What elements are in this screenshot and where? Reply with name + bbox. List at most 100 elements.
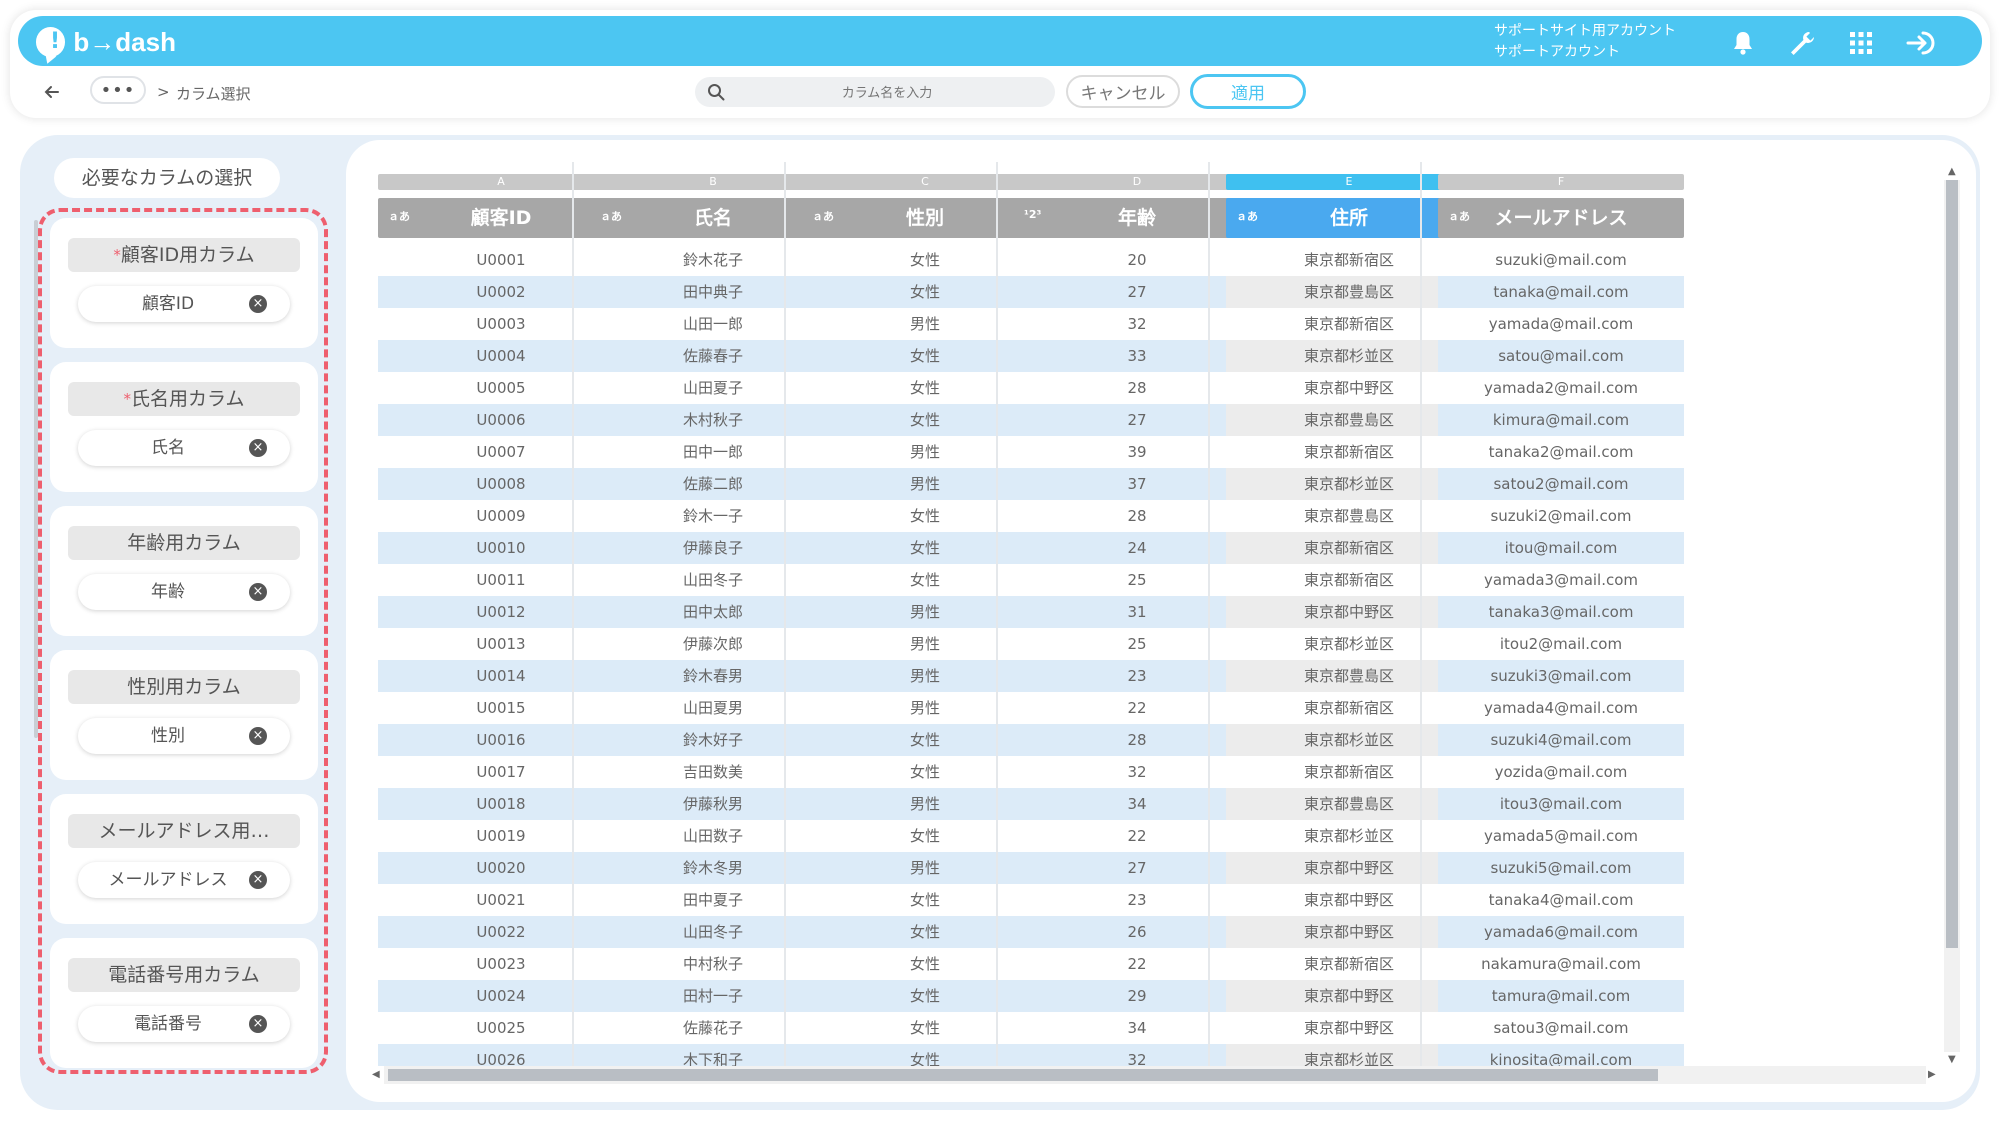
- column-search[interactable]: [695, 77, 1055, 107]
- table-cell: itou2@mail.com: [1499, 635, 1623, 653]
- arrow-left-icon[interactable]: [40, 80, 64, 104]
- assigned-column-name: 電話番号: [134, 1014, 202, 1034]
- required-column-card: 年齢用カラム年齢 ×: [50, 506, 318, 636]
- scroll-up-icon[interactable]: ▲: [1948, 166, 1956, 177]
- vertical-scrollbar[interactable]: ▲ ▼: [1944, 166, 1960, 1066]
- assigned-column-chip[interactable]: 性別 ×: [78, 718, 290, 754]
- assigned-column-name: 顧客ID: [141, 294, 195, 314]
- toolbar-row: ••• > カラム選択 キャンセル 適用: [10, 72, 1970, 116]
- remove-icon[interactable]: ×: [249, 295, 267, 313]
- account-info[interactable]: サポートサイト用アカウント サポートアカウント: [1494, 21, 1676, 63]
- table-cell: suzuki4@mail.com: [1438, 724, 1684, 756]
- table-cell: yamada2@mail.com: [1483, 379, 1639, 397]
- search-input[interactable]: [735, 79, 1039, 107]
- assigned-column-name: 年齢: [151, 582, 185, 602]
- required-column-card: 性別用カラム性別 ×: [50, 650, 318, 780]
- table-cell: yamada5@mail.com: [1483, 827, 1639, 845]
- bell-icon[interactable]: [1726, 26, 1760, 60]
- table-cell: itou@mail.com: [1438, 532, 1684, 564]
- table-cell: tanaka4@mail.com: [1488, 891, 1634, 909]
- table-cell: nakamura@mail.com: [1481, 955, 1641, 973]
- search-icon: [708, 84, 725, 101]
- remove-icon[interactable]: ×: [249, 871, 267, 889]
- table-cell: yamada6@mail.com: [1438, 916, 1684, 948]
- column-header[interactable]: ａあ メールアドレス: [1438, 198, 1684, 238]
- breadcrumb-current: カラム選択: [176, 85, 251, 103]
- brand-logo[interactable]: ! b→dash: [36, 24, 176, 60]
- scroll-down-icon[interactable]: ▼: [1948, 1054, 1956, 1065]
- brand-name: b→dash: [73, 26, 176, 57]
- table-cell: satou2@mail.com: [1438, 468, 1684, 500]
- table-cell: tanaka2@mail.com: [1488, 443, 1634, 461]
- account-name: サポートサイト用アカウント: [1494, 23, 1676, 39]
- card-label: *氏名用カラム: [68, 382, 300, 416]
- table-cell: yamada4@mail.com: [1483, 699, 1639, 717]
- column-cells: suzuki@mail.com tanaka@mail.com yamada@mai…: [1438, 244, 1684, 1066]
- required-mark: *: [123, 390, 132, 408]
- remove-icon[interactable]: ×: [249, 439, 267, 457]
- required-column-card: メールアドレス用… メールアドレス ×: [50, 794, 318, 924]
- card-label-text: 顧客ID用カラム: [120, 244, 255, 266]
- assigned-column-chip[interactable]: 氏名 ×: [78, 430, 290, 466]
- apply-button[interactable]: 適用: [1190, 74, 1306, 109]
- remove-icon[interactable]: ×: [249, 1015, 267, 1033]
- required-column-card: 電話番号用カラム電話番号 ×: [50, 938, 318, 1068]
- horizontal-scrollbar[interactable]: ◀ ▶: [370, 1066, 1940, 1084]
- cancel-button[interactable]: キャンセル: [1066, 75, 1180, 108]
- table-cell: suzuki2@mail.com: [1490, 507, 1632, 525]
- account-role: サポートアカウント: [1494, 44, 1620, 60]
- table-cell: itou3@mail.com: [1438, 788, 1684, 820]
- column-divider: [572, 162, 574, 1066]
- table-cell: yamada@mail.com: [1488, 315, 1634, 333]
- table-cell: suzuki@mail.com: [1495, 251, 1627, 269]
- table-cell: satou@mail.com: [1438, 340, 1684, 372]
- table-cell: yozida@mail.com: [1494, 763, 1628, 781]
- column-divider: [784, 162, 786, 1066]
- card-label: メールアドレス用…: [68, 814, 300, 848]
- column-divider: [1420, 162, 1422, 1066]
- assigned-column-name: 氏名: [151, 438, 185, 458]
- card-label-text: 性別用カラム: [127, 676, 241, 698]
- horizontal-scroll-thumb[interactable]: [388, 1069, 1658, 1081]
- table-cell: kinosita@mail.com: [1438, 1044, 1684, 1066]
- table-cell: suzuki5@mail.com: [1438, 852, 1684, 884]
- grid-column[interactable]: Fａあ メールアドレス suzuki@mail.com tanaka@mail.com…: [1420, 162, 1688, 1066]
- column-letter: F: [1438, 174, 1684, 190]
- card-label-text: 氏名用カラム: [131, 388, 245, 410]
- grid-icon[interactable]: [1844, 26, 1878, 60]
- assigned-column-name: 性別: [151, 726, 185, 746]
- table-cell: suzuki3@mail.com: [1438, 660, 1684, 692]
- assigned-column-chip[interactable]: 年齢 ×: [78, 574, 290, 610]
- table-cell: tamura@mail.com: [1438, 980, 1684, 1012]
- vertical-scroll-thumb[interactable]: [1946, 180, 1958, 948]
- breadcrumb-more-button[interactable]: •••: [90, 76, 146, 104]
- required-column-card: *氏名用カラム氏名 ×: [50, 362, 318, 492]
- card-label-text: 年齢用カラム: [127, 532, 241, 554]
- assigned-column-name: メールアドレス: [108, 870, 228, 890]
- wrench-icon[interactable]: [1785, 26, 1819, 60]
- table-cell: yamada3@mail.com: [1483, 571, 1639, 589]
- logout-icon[interactable]: [1904, 26, 1938, 60]
- assigned-column-chip[interactable]: 電話番号 ×: [78, 1006, 290, 1042]
- card-label-text: 電話番号用カラム: [108, 964, 260, 986]
- data-grid: Aａあ 顧客ID U0001 U0002 U0003 U0004 U0005 U0006 U00…: [372, 162, 1944, 1066]
- remove-icon[interactable]: ×: [249, 727, 267, 745]
- logo-bubble-icon: !: [36, 27, 66, 57]
- assigned-column-chip[interactable]: 顧客ID ×: [78, 286, 290, 322]
- card-label: *顧客ID用カラム: [68, 238, 300, 272]
- scroll-left-icon[interactable]: ◀: [372, 1069, 380, 1080]
- table-cell: tanaka@mail.com: [1438, 276, 1684, 308]
- card-label: 年齢用カラム: [68, 526, 300, 560]
- required-mark: *: [113, 246, 121, 264]
- remove-icon[interactable]: ×: [249, 583, 267, 601]
- required-columns-title: 必要なカラムの選択: [54, 158, 280, 198]
- scroll-right-icon[interactable]: ▶: [1928, 1069, 1936, 1080]
- table-cell: satou3@mail.com: [1493, 1019, 1629, 1037]
- required-column-card: *顧客ID用カラム顧客ID ×: [50, 218, 318, 348]
- card-label-text: メールアドレス用…: [98, 820, 270, 842]
- card-label: 電話番号用カラム: [68, 958, 300, 992]
- column-divider: [1208, 162, 1210, 1066]
- assigned-column-chip[interactable]: メールアドレス ×: [78, 862, 290, 898]
- column-divider: [996, 162, 998, 1066]
- breadcrumb-separator: >: [157, 83, 170, 101]
